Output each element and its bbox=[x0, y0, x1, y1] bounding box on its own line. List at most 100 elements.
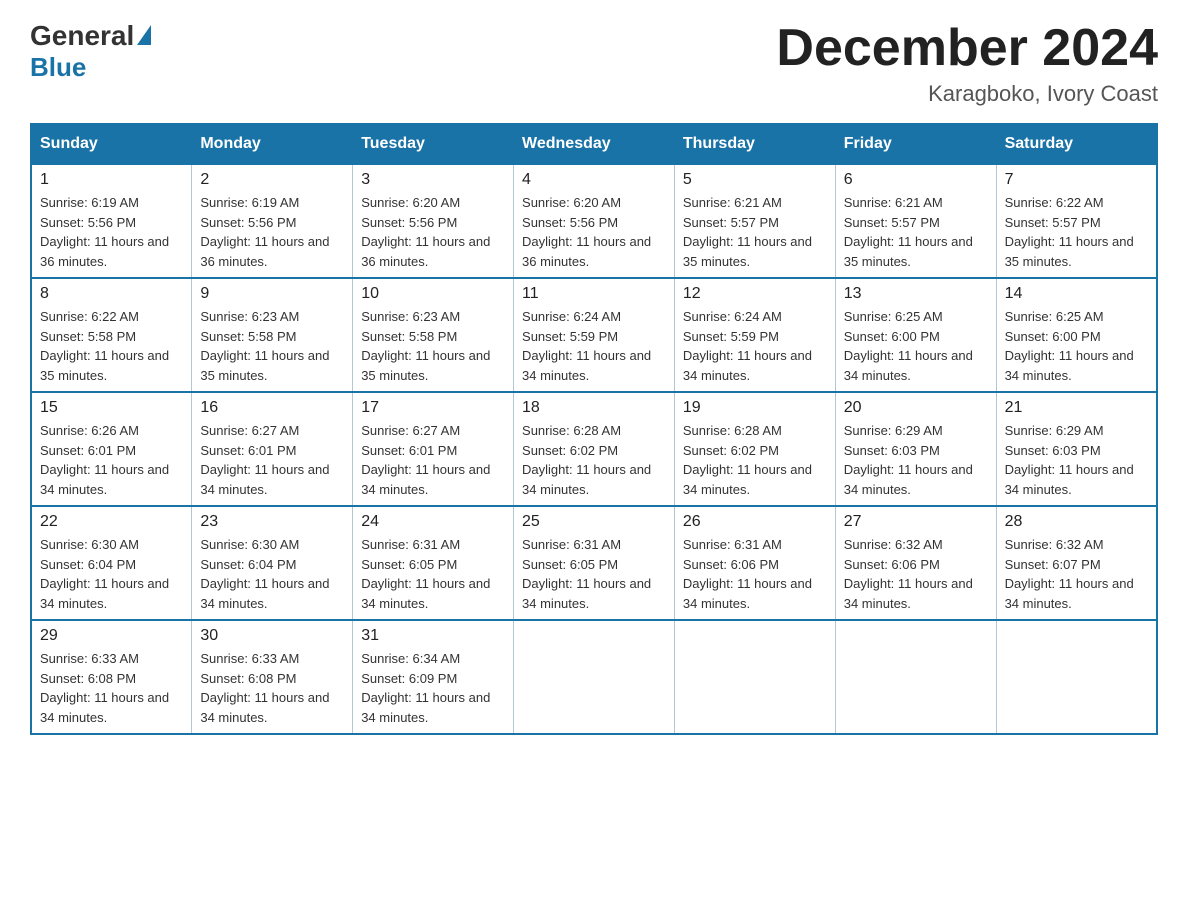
day-of-week-header: Tuesday bbox=[353, 124, 514, 164]
day-info: Sunrise: 6:19 AM Sunset: 5:56 PM Dayligh… bbox=[40, 193, 183, 271]
calendar-cell: 27 Sunrise: 6:32 AM Sunset: 6:06 PM Dayl… bbox=[835, 506, 996, 620]
day-number: 11 bbox=[522, 285, 666, 303]
day-of-week-header: Monday bbox=[192, 124, 353, 164]
day-info: Sunrise: 6:29 AM Sunset: 6:03 PM Dayligh… bbox=[1005, 421, 1148, 499]
day-info: Sunrise: 6:28 AM Sunset: 6:02 PM Dayligh… bbox=[522, 421, 666, 499]
day-number: 3 bbox=[361, 171, 505, 189]
day-number: 9 bbox=[200, 285, 344, 303]
day-info: Sunrise: 6:27 AM Sunset: 6:01 PM Dayligh… bbox=[200, 421, 344, 499]
day-info: Sunrise: 6:27 AM Sunset: 6:01 PM Dayligh… bbox=[361, 421, 505, 499]
calendar-cell: 7 Sunrise: 6:22 AM Sunset: 5:57 PM Dayli… bbox=[996, 164, 1157, 278]
title-area: December 2024 Karagboko, Ivory Coast bbox=[776, 20, 1158, 107]
calendar-cell: 30 Sunrise: 6:33 AM Sunset: 6:08 PM Dayl… bbox=[192, 620, 353, 734]
logo-blue-text: Blue bbox=[30, 52, 151, 83]
day-number: 18 bbox=[522, 399, 666, 417]
day-info: Sunrise: 6:31 AM Sunset: 6:05 PM Dayligh… bbox=[361, 535, 505, 613]
calendar-cell bbox=[514, 620, 675, 734]
day-info: Sunrise: 6:24 AM Sunset: 5:59 PM Dayligh… bbox=[683, 307, 827, 385]
page-header: General Blue December 2024 Karagboko, Iv… bbox=[30, 20, 1158, 107]
day-number: 8 bbox=[40, 285, 183, 303]
calendar-cell: 31 Sunrise: 6:34 AM Sunset: 6:09 PM Dayl… bbox=[353, 620, 514, 734]
day-number: 19 bbox=[683, 399, 827, 417]
day-number: 6 bbox=[844, 171, 988, 189]
day-number: 10 bbox=[361, 285, 505, 303]
day-number: 31 bbox=[361, 627, 505, 645]
day-info: Sunrise: 6:20 AM Sunset: 5:56 PM Dayligh… bbox=[361, 193, 505, 271]
day-info: Sunrise: 6:22 AM Sunset: 5:57 PM Dayligh… bbox=[1005, 193, 1148, 271]
calendar-header-row: SundayMondayTuesdayWednesdayThursdayFrid… bbox=[31, 124, 1157, 164]
calendar-table: SundayMondayTuesdayWednesdayThursdayFrid… bbox=[30, 123, 1158, 735]
day-info: Sunrise: 6:32 AM Sunset: 6:07 PM Dayligh… bbox=[1005, 535, 1148, 613]
day-number: 17 bbox=[361, 399, 505, 417]
day-info: Sunrise: 6:21 AM Sunset: 5:57 PM Dayligh… bbox=[844, 193, 988, 271]
day-info: Sunrise: 6:33 AM Sunset: 6:08 PM Dayligh… bbox=[40, 649, 183, 727]
day-number: 4 bbox=[522, 171, 666, 189]
logo-triangle-icon bbox=[137, 25, 151, 45]
calendar-cell: 28 Sunrise: 6:32 AM Sunset: 6:07 PM Dayl… bbox=[996, 506, 1157, 620]
calendar-week-row: 22 Sunrise: 6:30 AM Sunset: 6:04 PM Dayl… bbox=[31, 506, 1157, 620]
calendar-cell bbox=[674, 620, 835, 734]
day-info: Sunrise: 6:19 AM Sunset: 5:56 PM Dayligh… bbox=[200, 193, 344, 271]
day-info: Sunrise: 6:24 AM Sunset: 5:59 PM Dayligh… bbox=[522, 307, 666, 385]
day-info: Sunrise: 6:22 AM Sunset: 5:58 PM Dayligh… bbox=[40, 307, 183, 385]
calendar-cell: 6 Sunrise: 6:21 AM Sunset: 5:57 PM Dayli… bbox=[835, 164, 996, 278]
calendar-week-row: 8 Sunrise: 6:22 AM Sunset: 5:58 PM Dayli… bbox=[31, 278, 1157, 392]
calendar-cell bbox=[835, 620, 996, 734]
calendar-cell: 21 Sunrise: 6:29 AM Sunset: 6:03 PM Dayl… bbox=[996, 392, 1157, 506]
day-of-week-header: Sunday bbox=[31, 124, 192, 164]
day-number: 26 bbox=[683, 513, 827, 531]
day-info: Sunrise: 6:30 AM Sunset: 6:04 PM Dayligh… bbox=[200, 535, 344, 613]
month-title: December 2024 bbox=[776, 20, 1158, 77]
day-number: 27 bbox=[844, 513, 988, 531]
day-info: Sunrise: 6:28 AM Sunset: 6:02 PM Dayligh… bbox=[683, 421, 827, 499]
day-number: 5 bbox=[683, 171, 827, 189]
calendar-week-row: 29 Sunrise: 6:33 AM Sunset: 6:08 PM Dayl… bbox=[31, 620, 1157, 734]
day-info: Sunrise: 6:29 AM Sunset: 6:03 PM Dayligh… bbox=[844, 421, 988, 499]
day-info: Sunrise: 6:21 AM Sunset: 5:57 PM Dayligh… bbox=[683, 193, 827, 271]
calendar-cell: 26 Sunrise: 6:31 AM Sunset: 6:06 PM Dayl… bbox=[674, 506, 835, 620]
logo: General Blue bbox=[30, 20, 151, 83]
day-of-week-header: Wednesday bbox=[514, 124, 675, 164]
day-number: 28 bbox=[1005, 513, 1148, 531]
day-number: 13 bbox=[844, 285, 988, 303]
calendar-cell: 14 Sunrise: 6:25 AM Sunset: 6:00 PM Dayl… bbox=[996, 278, 1157, 392]
day-number: 29 bbox=[40, 627, 183, 645]
day-number: 20 bbox=[844, 399, 988, 417]
calendar-cell: 9 Sunrise: 6:23 AM Sunset: 5:58 PM Dayli… bbox=[192, 278, 353, 392]
calendar-cell: 17 Sunrise: 6:27 AM Sunset: 6:01 PM Dayl… bbox=[353, 392, 514, 506]
day-number: 15 bbox=[40, 399, 183, 417]
calendar-cell: 16 Sunrise: 6:27 AM Sunset: 6:01 PM Dayl… bbox=[192, 392, 353, 506]
calendar-week-row: 15 Sunrise: 6:26 AM Sunset: 6:01 PM Dayl… bbox=[31, 392, 1157, 506]
day-info: Sunrise: 6:30 AM Sunset: 6:04 PM Dayligh… bbox=[40, 535, 183, 613]
calendar-cell: 12 Sunrise: 6:24 AM Sunset: 5:59 PM Dayl… bbox=[674, 278, 835, 392]
calendar-cell: 23 Sunrise: 6:30 AM Sunset: 6:04 PM Dayl… bbox=[192, 506, 353, 620]
location-subtitle: Karagboko, Ivory Coast bbox=[776, 81, 1158, 107]
day-number: 21 bbox=[1005, 399, 1148, 417]
calendar-cell: 10 Sunrise: 6:23 AM Sunset: 5:58 PM Dayl… bbox=[353, 278, 514, 392]
day-info: Sunrise: 6:34 AM Sunset: 6:09 PM Dayligh… bbox=[361, 649, 505, 727]
day-info: Sunrise: 6:31 AM Sunset: 6:06 PM Dayligh… bbox=[683, 535, 827, 613]
day-of-week-header: Saturday bbox=[996, 124, 1157, 164]
day-info: Sunrise: 6:31 AM Sunset: 6:05 PM Dayligh… bbox=[522, 535, 666, 613]
day-info: Sunrise: 6:20 AM Sunset: 5:56 PM Dayligh… bbox=[522, 193, 666, 271]
day-of-week-header: Friday bbox=[835, 124, 996, 164]
calendar-cell: 5 Sunrise: 6:21 AM Sunset: 5:57 PM Dayli… bbox=[674, 164, 835, 278]
calendar-cell: 2 Sunrise: 6:19 AM Sunset: 5:56 PM Dayli… bbox=[192, 164, 353, 278]
calendar-cell: 20 Sunrise: 6:29 AM Sunset: 6:03 PM Dayl… bbox=[835, 392, 996, 506]
calendar-cell: 1 Sunrise: 6:19 AM Sunset: 5:56 PM Dayli… bbox=[31, 164, 192, 278]
calendar-cell: 3 Sunrise: 6:20 AM Sunset: 5:56 PM Dayli… bbox=[353, 164, 514, 278]
calendar-cell bbox=[996, 620, 1157, 734]
calendar-cell: 11 Sunrise: 6:24 AM Sunset: 5:59 PM Dayl… bbox=[514, 278, 675, 392]
day-number: 2 bbox=[200, 171, 344, 189]
calendar-cell: 22 Sunrise: 6:30 AM Sunset: 6:04 PM Dayl… bbox=[31, 506, 192, 620]
day-number: 24 bbox=[361, 513, 505, 531]
day-info: Sunrise: 6:26 AM Sunset: 6:01 PM Dayligh… bbox=[40, 421, 183, 499]
calendar-cell: 8 Sunrise: 6:22 AM Sunset: 5:58 PM Dayli… bbox=[31, 278, 192, 392]
day-number: 30 bbox=[200, 627, 344, 645]
day-number: 25 bbox=[522, 513, 666, 531]
day-number: 16 bbox=[200, 399, 344, 417]
day-number: 23 bbox=[200, 513, 344, 531]
day-number: 22 bbox=[40, 513, 183, 531]
calendar-cell: 19 Sunrise: 6:28 AM Sunset: 6:02 PM Dayl… bbox=[674, 392, 835, 506]
day-of-week-header: Thursday bbox=[674, 124, 835, 164]
